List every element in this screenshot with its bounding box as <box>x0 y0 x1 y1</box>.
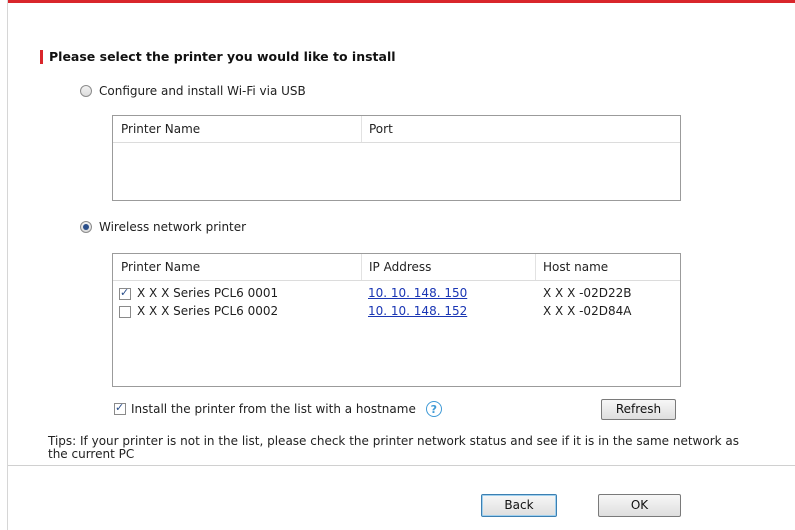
page-heading: Please select the printer you would like… <box>40 49 396 64</box>
wireless-option[interactable]: Wireless network printer <box>80 220 246 234</box>
hostname-option[interactable]: Install the printer from the list with a… <box>114 401 442 417</box>
ip-address-link[interactable]: 10. 10. 148. 152 <box>368 304 467 318</box>
table-row[interactable]: X X X Series PCL6 0001 10. 10. 148. 150 … <box>113 285 680 303</box>
host-name-cell: X X X -02D22B <box>543 286 632 300</box>
wireless-option-label: Wireless network printer <box>99 220 247 234</box>
refresh-button[interactable]: Refresh <box>601 399 676 420</box>
printer-name-cell: X X X Series PCL6 0001 <box>137 286 279 300</box>
usb-table-header: Printer Name Port <box>113 116 680 143</box>
page-heading-text: Please select the printer you would like… <box>49 49 396 64</box>
heading-accent-mark <box>40 49 43 64</box>
usb-col-port[interactable]: Port <box>369 122 393 136</box>
tips-text: Tips: If your printer is not in the list… <box>48 434 740 461</box>
usb-printer-table[interactable]: Printer Name Port <box>112 115 681 201</box>
wireless-col-host[interactable]: Host name <box>543 260 608 274</box>
usb-radio[interactable] <box>80 85 92 97</box>
printer-name-cell: X X X Series PCL6 0002 <box>137 304 279 318</box>
footer-divider <box>8 465 795 466</box>
ok-button[interactable]: OK <box>598 494 681 517</box>
window-left-border <box>7 0 8 530</box>
hostname-checkbox-label: Install the printer from the list with a… <box>131 402 416 416</box>
wireless-printer-table[interactable]: Printer Name IP Address Host name X X X … <box>112 253 681 387</box>
row-checkbox[interactable] <box>119 305 131 318</box>
usb-col-separator <box>361 116 362 142</box>
hostname-checkbox[interactable] <box>114 401 126 415</box>
back-button[interactable]: Back <box>481 494 557 517</box>
table-row[interactable]: X X X Series PCL6 0002 10. 10. 148. 152 … <box>113 303 680 321</box>
ip-address-link[interactable]: 10. 10. 148. 150 <box>368 286 467 300</box>
usb-option[interactable]: Configure and install Wi-Fi via USB <box>80 84 306 98</box>
wireless-col-separator <box>535 254 536 280</box>
usb-col-printer-name[interactable]: Printer Name <box>121 122 200 136</box>
wireless-col-ip[interactable]: IP Address <box>369 260 431 274</box>
wireless-radio[interactable] <box>80 221 92 233</box>
help-icon[interactable]: ? <box>425 401 442 417</box>
wireless-table-header: Printer Name IP Address Host name <box>113 254 680 281</box>
host-name-cell: X X X -02D84A <box>543 304 632 318</box>
wireless-col-printer-name[interactable]: Printer Name <box>121 260 200 274</box>
row-checkbox[interactable] <box>119 286 131 300</box>
wireless-col-separator <box>361 254 362 280</box>
top-accent-bar <box>8 0 795 3</box>
usb-option-label: Configure and install Wi-Fi via USB <box>99 84 306 98</box>
